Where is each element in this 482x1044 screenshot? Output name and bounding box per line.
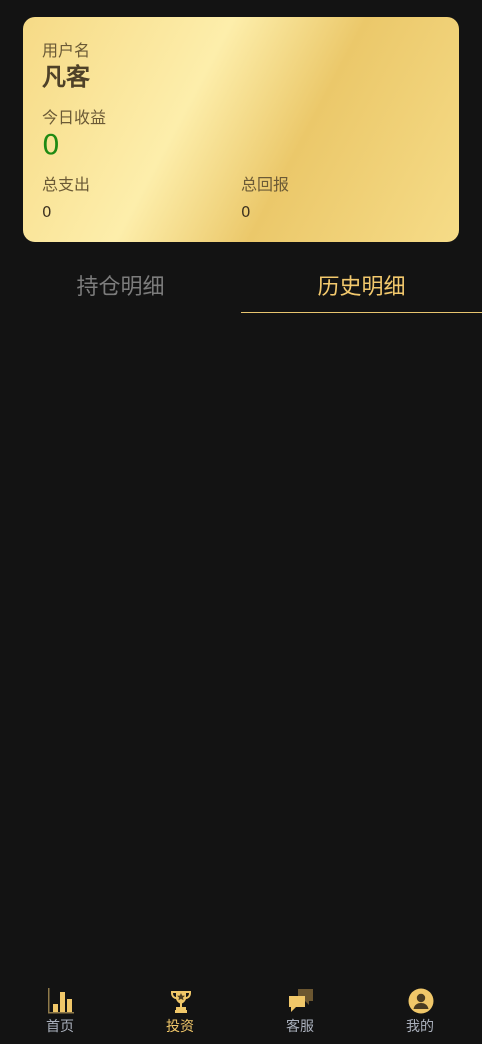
nav-label-mine: 我的 <box>406 1019 434 1035</box>
nav-label-invest: 投资 <box>166 1019 194 1035</box>
tab-holdings-detail[interactable]: 持仓明细 <box>0 258 241 312</box>
total-expense-value: 0 <box>42 203 52 221</box>
tab-history-detail[interactable]: 历史明细 <box>241 258 482 313</box>
trophy-icon <box>171 991 191 1013</box>
user-avatar-icon <box>408 988 434 1014</box>
nav-label-service: 客服 <box>286 1019 314 1035</box>
chat-bubbles-icon <box>289 989 313 1012</box>
nav-item-mine[interactable]: 我的 <box>360 984 480 1044</box>
nav-item-home[interactable]: 首页 <box>0 984 120 1044</box>
nav-item-service[interactable]: 客服 <box>240 984 360 1044</box>
total-expense-label: 总支出 <box>42 175 91 194</box>
today-income-label: 今日收益 <box>42 108 107 127</box>
nav-item-invest[interactable]: 投资 <box>120 984 240 1044</box>
total-return-label: 总回报 <box>241 175 290 194</box>
username-label: 用户名 <box>42 41 91 60</box>
username-value: 凡客 <box>42 63 90 91</box>
nav-label-home: 首页 <box>46 1019 74 1035</box>
today-income-value: 0 <box>42 128 60 161</box>
account-summary-card: 用户名 凡客 今日收益 0 总支出 0 总回报 0 <box>23 17 459 242</box>
total-return-value: 0 <box>241 203 251 221</box>
bottom-nav-bar: 首页 投资 客服 我的 <box>0 984 482 1044</box>
bar-chart-icon <box>48 988 74 1014</box>
detail-tabs: 持仓明细 历史明细 <box>0 258 482 314</box>
